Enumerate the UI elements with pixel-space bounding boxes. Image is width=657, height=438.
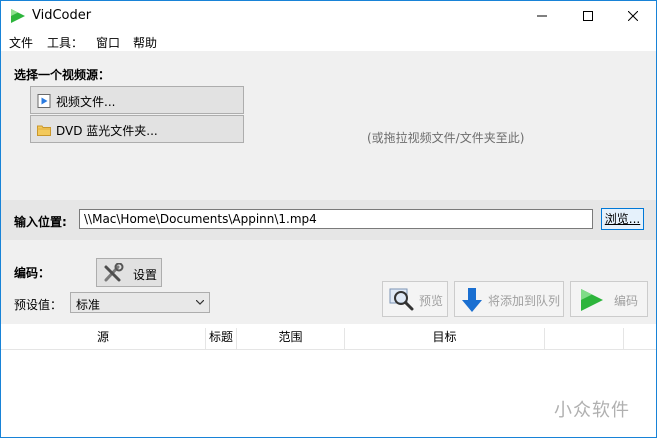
- queue-table[interactable]: 源 标题 范围 目标 小众软件: [1, 324, 656, 437]
- column-header-range[interactable]: 范围: [237, 328, 345, 349]
- video-file-button[interactable]: 视频文件...: [30, 86, 244, 114]
- minimize-button[interactable]: [519, 1, 565, 31]
- menu-tools[interactable]: 工具：: [47, 34, 83, 51]
- source-heading: 选择一个视频源：: [14, 68, 111, 82]
- input-path-field[interactable]: \\Mac\Home\Documents\Appinn\1.mp4: [79, 209, 593, 229]
- vidcoder-logo-icon: [11, 9, 25, 23]
- maximize-icon: [583, 11, 593, 21]
- add-to-queue-label: 将添加到队列: [488, 294, 561, 308]
- tools-icon: [104, 263, 124, 282]
- title-bar[interactable]: VidCoder: [1, 1, 656, 31]
- preset-value: 标准: [76, 298, 101, 312]
- main-window: VidCoder 文件 工具： 窗口 帮助 选择一个视频源： 视频文件... D…: [0, 0, 657, 438]
- input-section: 输入位置: \\Mac\Home\Documents\Appinn\1.mp4 …: [1, 200, 656, 240]
- column-header-source[interactable]: 源: [1, 328, 206, 349]
- watermark-text: 小众软件: [554, 400, 630, 421]
- down-arrow-icon: [462, 288, 482, 312]
- menu-window[interactable]: 窗口: [96, 34, 120, 51]
- close-icon: [628, 11, 638, 21]
- input-location-label: 输入位置:: [14, 215, 67, 229]
- settings-button[interactable]: 设置: [96, 258, 162, 287]
- preset-select[interactable]: 标准: [70, 292, 210, 313]
- encode-label: 编码: [614, 294, 639, 308]
- drop-hint-text: (或拖拉视频文件/文件夹至此): [367, 131, 525, 145]
- browse-label: 浏览...: [604, 212, 641, 226]
- window-title: VidCoder: [32, 8, 92, 23]
- encode-section: 编码： 设置 预设值： 标准 预览 将添加到队列 编码: [1, 240, 656, 324]
- column-header-extra[interactable]: [545, 328, 624, 349]
- video-file-icon: [37, 94, 51, 108]
- preview-icon: [389, 288, 414, 311]
- settings-label: 设置: [133, 268, 158, 282]
- folder-icon: [37, 125, 51, 136]
- dvd-folder-label: DVD 蓝光文件夹...: [56, 124, 158, 138]
- column-header-title[interactable]: 标题: [206, 328, 237, 349]
- source-section[interactable]: 选择一个视频源： 视频文件... DVD 蓝光文件夹... (或拖拉视频文件/文…: [1, 51, 656, 200]
- browse-button[interactable]: 浏览...: [601, 208, 644, 230]
- encode-heading: 编码：: [14, 266, 51, 280]
- maximize-button[interactable]: [565, 1, 611, 31]
- preview-button[interactable]: 预览: [382, 281, 448, 317]
- menu-bar: 文件 工具： 窗口 帮助: [1, 31, 656, 51]
- encode-button[interactable]: 编码: [570, 281, 648, 317]
- play-icon: [581, 289, 603, 311]
- column-header-destination[interactable]: 目标: [345, 328, 545, 349]
- video-file-label: 视频文件...: [56, 95, 116, 109]
- preset-label: 预设值：: [14, 298, 63, 312]
- close-button[interactable]: [610, 1, 656, 31]
- minimize-icon: [537, 15, 547, 17]
- dvd-folder-button[interactable]: DVD 蓝光文件夹...: [30, 115, 244, 143]
- queue-table-header: 源 标题 范围 目标: [1, 328, 656, 350]
- preview-label: 预览: [419, 294, 444, 308]
- menu-help[interactable]: 帮助: [133, 34, 157, 51]
- chevron-down-icon: [196, 300, 204, 305]
- menu-file[interactable]: 文件: [9, 34, 33, 51]
- add-to-queue-button[interactable]: 将添加到队列: [454, 281, 564, 317]
